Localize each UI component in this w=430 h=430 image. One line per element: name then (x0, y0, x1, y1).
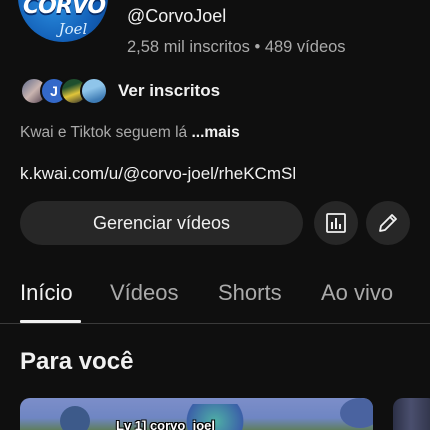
edit-button[interactable] (366, 201, 410, 245)
channel-link[interactable]: k.kwai.com/u/@corvo-joel/rheKCmSl (20, 164, 296, 184)
view-subscribers-link[interactable]: Ver inscritos (118, 81, 220, 101)
channel-description[interactable]: Kwai e Tiktok seguem lá ...mais (20, 124, 240, 142)
subscriber-avatar-letter: J (50, 83, 58, 99)
subscribers-row[interactable]: J Ver inscritos (20, 76, 220, 106)
manage-videos-button[interactable]: Gerenciar vídeos (20, 201, 303, 245)
active-tab-indicator (20, 320, 81, 323)
description-text: Kwai e Tiktok seguem lá (20, 124, 192, 141)
analytics-button[interactable] (314, 201, 358, 245)
tab-inicio[interactable]: Início (20, 280, 73, 306)
channel-handle: @CorvoJoel (127, 6, 227, 26)
tab-ao-vivo[interactable]: Ao vivo (321, 280, 393, 306)
channel-stats: 2,58 mil inscritos • 489 vídeos (127, 38, 346, 56)
avatar-logo-subtext: Joel (58, 20, 88, 38)
thumbnail-text: Lv 1] corvo_joel (116, 418, 215, 430)
video-thumbnail[interactable] (393, 398, 430, 430)
description-more-link[interactable]: ...mais (191, 124, 239, 141)
tab-videos[interactable]: Vídeos (110, 280, 179, 306)
channel-tabs: Início Vídeos Shorts Ao vivo (0, 268, 430, 324)
subscriber-avatar (80, 77, 108, 105)
analytics-icon (326, 213, 346, 233)
pencil-icon (379, 214, 397, 232)
video-thumbnail[interactable]: Lv 1] corvo_joel (20, 398, 373, 430)
thumbnail-scenery (340, 398, 373, 428)
section-title: Para você (20, 348, 134, 375)
thumbnail-scenery (60, 406, 90, 430)
tab-shorts[interactable]: Shorts (218, 280, 282, 306)
channel-avatar[interactable]: CORVO Joel (18, 0, 108, 42)
avatar-logo-text: CORVO (23, 0, 106, 19)
